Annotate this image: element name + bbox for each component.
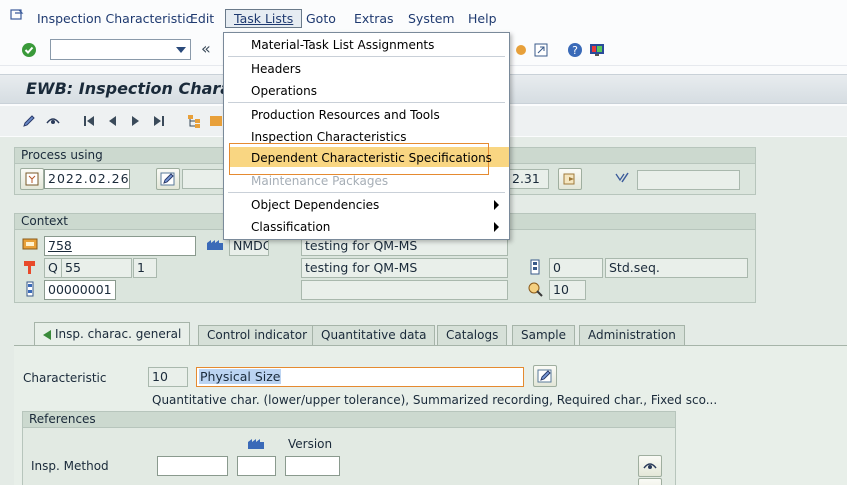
operation-field[interactable]: 00000001 [44, 280, 116, 300]
characteristic-description: Quantitative char. (lower/upper toleranc… [152, 393, 718, 407]
material-value: 758 [48, 238, 72, 253]
insp-method-label: Insp. Method [31, 459, 109, 473]
menu-goto[interactable]: Goto [306, 11, 336, 26]
characteristic-number-field: 10 [148, 367, 188, 387]
tab-sample[interactable]: Sample [512, 325, 575, 345]
sequence-field: 0 [549, 258, 603, 278]
menu-help[interactable]: Help [468, 11, 497, 26]
dropdown-item-maintenance-packages: Maintenance Packages [251, 174, 389, 188]
dropdown-item-classification[interactable]: Classification [251, 220, 330, 234]
dropdown-item-headers[interactable]: Headers [251, 62, 301, 76]
last-page-icon[interactable] [150, 112, 168, 130]
hierarchy-icon[interactable] [185, 112, 203, 130]
display-change-icon[interactable] [44, 112, 62, 130]
material-icon [22, 237, 38, 254]
references-group: References [22, 411, 676, 485]
pencil-edit-icon [160, 172, 175, 186]
tab-active-icon [43, 329, 51, 340]
plant-icon [206, 237, 224, 254]
operation-icon [22, 281, 38, 300]
chevron-down-icon[interactable] [176, 47, 186, 53]
dropdown-item-operations[interactable]: Operations [251, 84, 317, 98]
key-date-button[interactable] [20, 168, 44, 190]
tab-control-indicator[interactable]: Control indicator [198, 325, 317, 345]
next-page-icon[interactable] [127, 112, 145, 130]
enter-check-icon[interactable] [20, 41, 38, 59]
material-field[interactable]: 758 [44, 236, 196, 256]
references-header: References [23, 412, 675, 428]
customize-layout-icon[interactable] [588, 41, 606, 59]
menu-task-lists-label: Task Lists [234, 11, 294, 26]
insp-method-field[interactable] [157, 456, 228, 476]
tab-catalogs[interactable]: Catalogs [437, 325, 508, 345]
layout-icon[interactable] [512, 41, 530, 59]
characteristic-count-field: 10 [549, 280, 586, 300]
change-number-field [637, 170, 740, 190]
menu-edit[interactable]: Edit [190, 11, 214, 26]
characteristic-text-field[interactable]: Physical Size [196, 367, 524, 387]
long-text-edit-icon [537, 369, 552, 383]
group-field: 55 [61, 258, 132, 278]
menu-extras[interactable]: Extras [354, 11, 394, 26]
transfer-icon [563, 173, 575, 185]
characteristic-label: Characteristic [23, 371, 107, 385]
first-page-icon[interactable] [80, 112, 98, 130]
dropdown-item-material-task-list[interactable]: Material-Task List Assignments [251, 38, 434, 52]
plant-column-icon [247, 436, 265, 453]
task-list-type-icon [22, 259, 38, 278]
command-field[interactable] [50, 39, 191, 60]
version-label: Version [288, 437, 333, 451]
dropdown-item-object-dependencies[interactable]: Object Dependencies [251, 198, 379, 212]
submenu-arrow-icon [494, 200, 499, 210]
change-number-icon[interactable] [614, 170, 632, 189]
help-icon[interactable]: ? [566, 41, 584, 59]
tab-quantitative-data[interactable]: Quantitative data [312, 325, 436, 345]
long-text-button[interactable] [533, 365, 557, 387]
separator [228, 56, 505, 57]
pencil-icon[interactable] [20, 112, 38, 130]
tab-administration[interactable]: Administration [579, 325, 685, 345]
svg-text:?: ? [572, 44, 578, 57]
tab-insp-charac-general[interactable]: Insp. charac. general [34, 322, 191, 346]
menu-bar: Inspection Characteristic Edit Task List… [0, 0, 847, 34]
tab-label: Insp. charac. general [55, 327, 182, 341]
dependent-char-spec-label: Dependent Characteristic Specifications [251, 151, 492, 165]
key-date-field[interactable]: 2022.02.26 [44, 169, 130, 189]
insp-method-version-field[interactable] [285, 456, 340, 476]
characteristic-search-icon [527, 281, 545, 300]
previous-page-icon[interactable] [103, 112, 121, 130]
valid-to-field: 2.31 [509, 169, 549, 189]
separator [228, 102, 505, 103]
submenu-arrow-icon [494, 222, 499, 232]
transfer-button[interactable] [558, 168, 582, 190]
characteristic-text-value: Physical Size [199, 369, 282, 384]
separator [228, 192, 505, 193]
dropdown-item-production-resources[interactable]: Production Resources and Tools [251, 108, 440, 122]
task-list-description-2: testing for QM-MS [301, 258, 508, 278]
dropdown-item-dependent-characteristic-specifications[interactable]: Dependent Characteristic Specifications [229, 143, 509, 175]
sequence-category-field: Std.seq. [605, 258, 748, 278]
menu-inspection-characteristic[interactable]: Inspection Characteristic [37, 11, 192, 26]
menu-task-lists[interactable]: Task Lists [225, 9, 303, 28]
insp-method-display-button[interactable] [638, 455, 662, 477]
page-title: EWB: Inspection Chara [26, 79, 232, 98]
edit-date-button[interactable] [156, 168, 180, 190]
collapse-icon[interactable]: « [201, 39, 211, 58]
display-icon [643, 463, 657, 469]
sequence-icon [528, 259, 542, 278]
shortcut-icon[interactable] [532, 41, 550, 59]
window-menu-icon[interactable] [10, 9, 24, 21]
operation-description-field [301, 280, 508, 300]
master-char-display-button[interactable] [638, 478, 662, 485]
insp-method-plant-field[interactable] [237, 456, 276, 476]
key-date-icon [25, 172, 39, 186]
task-lists-dropdown: Material-Task List Assignments Headers O… [223, 32, 510, 240]
menu-system[interactable]: System [408, 11, 455, 26]
group-counter-field: 1 [133, 258, 157, 278]
task-list-type-field: Q [44, 258, 62, 278]
dropdown-item-inspection-characteristics[interactable]: Inspection Characteristics [251, 130, 407, 144]
